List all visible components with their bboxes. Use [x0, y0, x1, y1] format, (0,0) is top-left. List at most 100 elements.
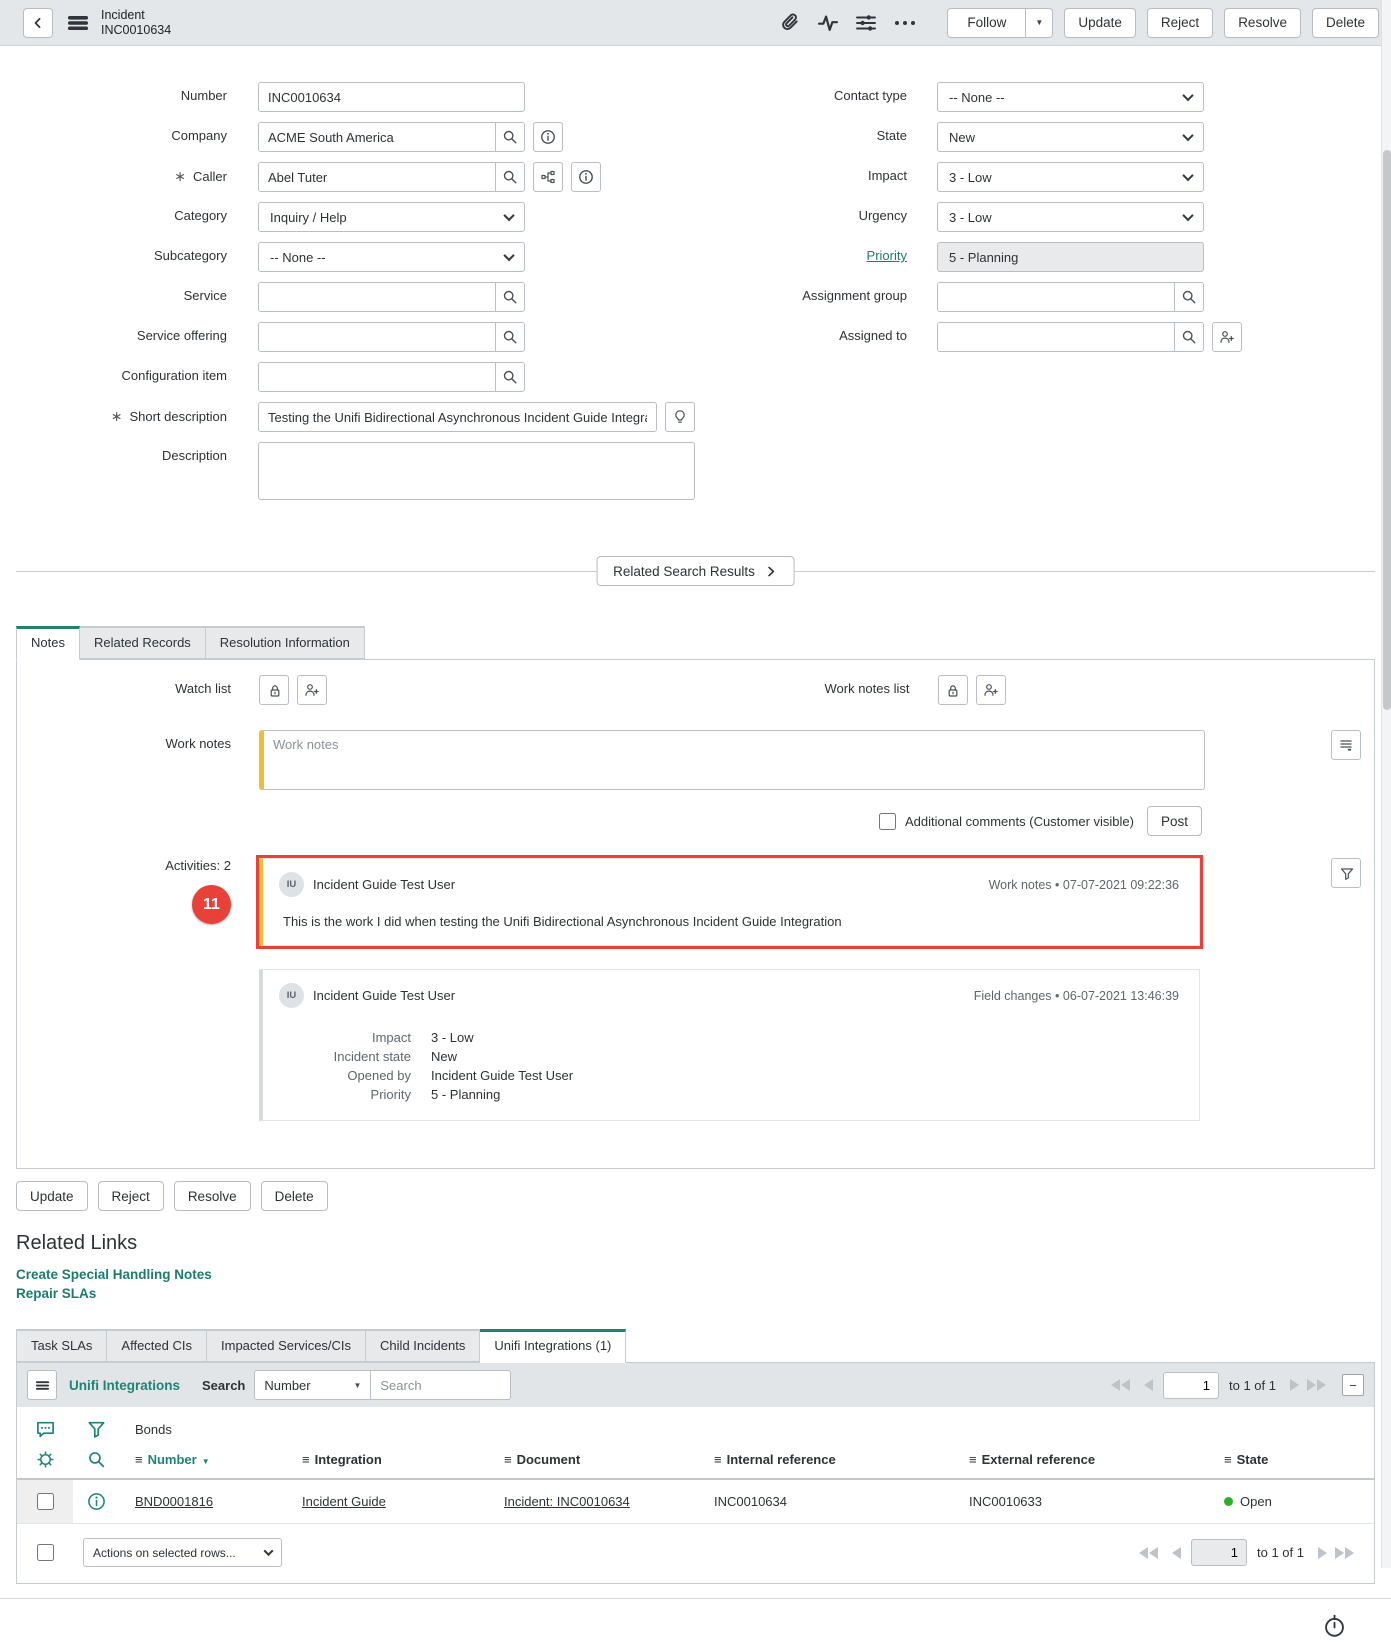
- description-textarea[interactable]: [258, 442, 695, 500]
- watch-list-add-me-button[interactable]: [297, 675, 327, 705]
- list-search-field-select[interactable]: Number▼: [254, 1370, 371, 1400]
- previous-page-button[interactable]: [1144, 1379, 1153, 1391]
- watch-list-unlock-button[interactable]: [259, 675, 289, 705]
- column-header-state[interactable]: ≡State: [1224, 1452, 1374, 1467]
- service-lookup-button[interactable]: [495, 283, 524, 311]
- impact-select[interactable]: 3 - Low: [937, 162, 1204, 192]
- document-link[interactable]: Incident: INC0010634: [504, 1494, 630, 1509]
- urgency-select[interactable]: 3 - Low: [937, 202, 1204, 232]
- state-select[interactable]: New: [937, 122, 1204, 152]
- select-all-checkbox[interactable]: [37, 1544, 54, 1561]
- first-page-button[interactable]: [1111, 1379, 1130, 1391]
- tab-child-incidents[interactable]: Child Incidents: [366, 1329, 480, 1362]
- caller-lookup-button[interactable]: [495, 163, 524, 191]
- column-header-internal-reference[interactable]: ≡Internal reference: [714, 1452, 969, 1467]
- company-lookup-button[interactable]: [495, 123, 524, 151]
- tab-notes[interactable]: Notes: [16, 626, 80, 660]
- reject-button-footer[interactable]: Reject: [98, 1181, 164, 1211]
- resolve-button[interactable]: Resolve: [1224, 8, 1301, 38]
- follow-dropdown-button[interactable]: ▼: [1026, 8, 1053, 38]
- update-button[interactable]: Update: [1064, 8, 1136, 38]
- work-notes-list-unlock-button[interactable]: [938, 675, 968, 705]
- page-number-input[interactable]: [1163, 1372, 1219, 1399]
- additional-comments-checkbox[interactable]: [879, 813, 896, 830]
- list-filter-icon[interactable]: [86, 1419, 107, 1440]
- last-page-button[interactable]: [1307, 1379, 1326, 1391]
- page-number-input[interactable]: [1191, 1539, 1247, 1566]
- column-header-integration[interactable]: ≡Integration: [302, 1452, 504, 1467]
- update-button-footer[interactable]: Update: [16, 1181, 88, 1211]
- delete-button[interactable]: Delete: [1312, 8, 1379, 38]
- follow-button[interactable]: Follow: [947, 8, 1026, 38]
- suggestion-button[interactable]: [665, 402, 695, 432]
- vertical-scrollbar[interactable]: [1381, 0, 1391, 1568]
- column-header-number[interactable]: ≡Number▼: [119, 1452, 302, 1467]
- configuration-item-input[interactable]: [259, 363, 495, 391]
- last-page-button[interactable]: [1335, 1547, 1354, 1559]
- service-input[interactable]: [259, 283, 495, 311]
- caller-show-related-button[interactable]: [533, 162, 563, 192]
- tab-impacted-services-cis[interactable]: Impacted Services/CIs: [207, 1329, 366, 1362]
- list-context-menu-button[interactable]: [27, 1370, 57, 1400]
- next-page-button[interactable]: [1290, 1379, 1299, 1391]
- activity-filter-button[interactable]: [1331, 858, 1361, 888]
- short-description-input[interactable]: [258, 402, 657, 432]
- row-info-icon[interactable]: [87, 1492, 106, 1511]
- work-notes-textarea[interactable]: [259, 730, 1205, 790]
- subcategory-select[interactable]: -- None --: [258, 242, 525, 272]
- delete-button-footer[interactable]: Delete: [261, 1181, 328, 1211]
- service-offering-lookup-button[interactable]: [495, 323, 524, 351]
- integration-link[interactable]: Incident Guide: [302, 1494, 386, 1509]
- assigned-to-input[interactable]: [938, 323, 1174, 351]
- company-input[interactable]: [259, 123, 495, 151]
- back-button[interactable]: [23, 8, 53, 38]
- activity-stream-icon[interactable]: [817, 12, 839, 34]
- tab-affected-cis[interactable]: Affected CIs: [107, 1329, 207, 1362]
- number-input[interactable]: [258, 82, 525, 112]
- tab-unifi-integrations[interactable]: Unifi Integrations (1): [480, 1329, 626, 1363]
- assignment-group-input[interactable]: [938, 283, 1174, 311]
- next-page-button[interactable]: [1318, 1547, 1327, 1559]
- actions-on-selected-rows-select[interactable]: Actions on selected rows...: [83, 1538, 282, 1567]
- assignment-group-lookup-button[interactable]: [1174, 283, 1203, 311]
- tab-resolution-information[interactable]: Resolution Information: [206, 626, 365, 659]
- assigned-to-lookup-button[interactable]: [1174, 323, 1203, 351]
- category-select[interactable]: Inquiry / Help: [258, 202, 525, 232]
- resolve-button-footer[interactable]: Resolve: [174, 1181, 251, 1211]
- context-menu-icon[interactable]: [67, 12, 89, 34]
- list-search-input[interactable]: [371, 1370, 511, 1400]
- column-header-document[interactable]: ≡Document: [504, 1452, 714, 1467]
- personalize-form-icon[interactable]: [855, 12, 877, 34]
- previous-page-button[interactable]: [1172, 1547, 1181, 1559]
- link-repair-slas[interactable]: Repair SLAs: [16, 1284, 1375, 1303]
- related-search-results-button[interactable]: Related Search Results: [596, 556, 795, 586]
- first-page-button[interactable]: [1139, 1547, 1158, 1559]
- minimize-list-button[interactable]: −: [1342, 1374, 1364, 1396]
- caller-input[interactable]: [259, 163, 495, 191]
- more-options-icon[interactable]: [893, 12, 917, 34]
- company-preview-button[interactable]: [533, 122, 563, 152]
- bond-number-link[interactable]: BND0001816: [135, 1494, 213, 1509]
- tab-related-records[interactable]: Related Records: [80, 626, 206, 659]
- attachment-icon[interactable]: [779, 12, 801, 34]
- reject-button[interactable]: Reject: [1147, 8, 1213, 38]
- list-search-icon[interactable]: [87, 1450, 106, 1469]
- chat-icon[interactable]: [35, 1419, 56, 1440]
- post-button[interactable]: Post: [1147, 806, 1202, 836]
- work-notes-list-add-me-button[interactable]: [976, 675, 1006, 705]
- list-title-link[interactable]: Unifi Integrations: [69, 1378, 180, 1393]
- priority-label-link[interactable]: Priority: [867, 248, 907, 263]
- assign-to-me-button[interactable]: [1212, 322, 1242, 352]
- column-header-external-reference[interactable]: ≡External reference: [969, 1452, 1224, 1467]
- link-create-special-handling-notes[interactable]: Create Special Handling Notes: [16, 1265, 1375, 1284]
- scrollbar-thumb[interactable]: [1383, 150, 1391, 710]
- response-time-icon[interactable]: [1322, 1613, 1347, 1638]
- caller-preview-button[interactable]: [571, 162, 601, 192]
- service-offering-input[interactable]: [259, 323, 495, 351]
- activity-stream-format-button[interactable]: [1331, 730, 1361, 760]
- configuration-item-lookup-button[interactable]: [495, 363, 524, 391]
- row-checkbox[interactable]: [37, 1493, 54, 1510]
- gear-icon[interactable]: [36, 1450, 55, 1469]
- tab-task-slas[interactable]: Task SLAs: [16, 1329, 107, 1362]
- contact-type-select[interactable]: -- None --: [937, 82, 1204, 112]
